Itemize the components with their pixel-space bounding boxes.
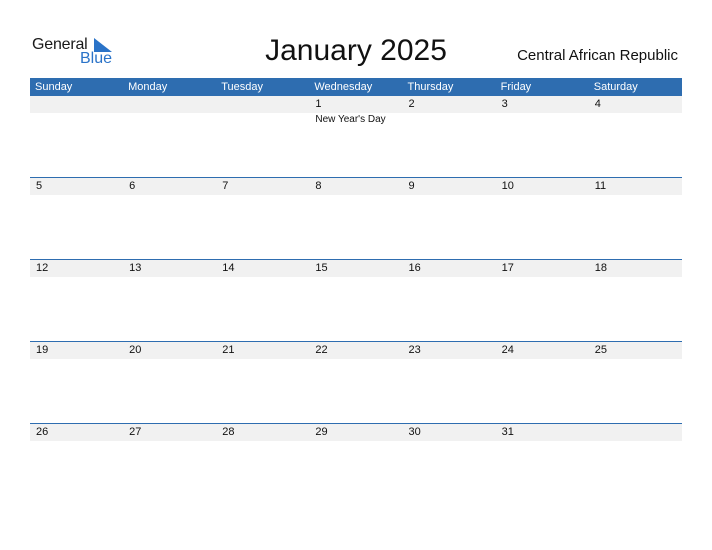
holiday-new-years-day: New Year's Day [315, 114, 386, 125]
day-cell: 16 [408, 262, 421, 274]
date-row: 1 2 3 4 [30, 96, 682, 113]
weekday-wednesday: Wednesday [314, 81, 373, 93]
event-cell [30, 113, 123, 127]
day-cell: 25 [594, 344, 607, 356]
date-row: 26 27 28 29 30 31 [30, 424, 682, 441]
event-row: New Year's Day [30, 113, 682, 127]
week-row: 5 6 7 8 9 10 11 [30, 177, 682, 259]
weekday-sunday: Sunday [35, 81, 73, 93]
day-cell: 30 [408, 426, 421, 438]
week-row: 12 13 14 15 16 17 18 [30, 259, 682, 341]
event-cell [496, 113, 589, 127]
day-cell [123, 96, 216, 113]
day-cell [216, 96, 309, 113]
day-cell: 9 [408, 180, 415, 192]
weekday-friday: Friday [500, 81, 532, 93]
event-cell [403, 113, 496, 127]
day-cell: 11 [594, 180, 607, 192]
day-cell: 15 [315, 262, 328, 274]
day-cell: 29 [315, 426, 328, 438]
day-cell: 14 [222, 262, 235, 274]
week-row: 26 27 28 29 30 31 [30, 423, 682, 505]
day-cell: 27 [129, 426, 142, 438]
day-cell: 31 [501, 426, 514, 438]
day-cell: 18 [594, 262, 607, 274]
day-cell: 28 [222, 426, 235, 438]
day-cell: 22 [315, 344, 328, 356]
day-cell: 2 [408, 98, 415, 110]
day-cell: 26 [36, 426, 49, 438]
day-cell: 21 [222, 344, 235, 356]
date-row: 5 6 7 8 9 10 11 [30, 178, 682, 195]
weekday-thursday: Thursday [407, 81, 454, 93]
day-cell: 13 [129, 262, 142, 274]
calendar-grid: Sunday Monday Tuesday Wednesday Thursday… [30, 78, 682, 505]
event-cell [123, 113, 216, 127]
day-cell: 4 [594, 98, 601, 110]
week-row: 19 20 21 22 23 24 25 [30, 341, 682, 423]
day-cell [30, 96, 123, 113]
event-cell [589, 113, 682, 127]
day-cell: 3 [501, 98, 508, 110]
event-cell [216, 113, 309, 127]
day-cell: 19 [36, 344, 49, 356]
day-cell: 1 [315, 98, 322, 110]
day-cell: 5 [36, 180, 43, 192]
day-cell: 6 [129, 180, 136, 192]
day-cell: 10 [501, 180, 514, 192]
day-cell [589, 424, 682, 441]
weekday-header: Sunday Monday Tuesday Wednesday Thursday… [30, 78, 682, 96]
day-cell: 24 [501, 344, 514, 356]
day-cell: 7 [222, 180, 229, 192]
week-row: 1 2 3 4 New Year's Day [30, 96, 682, 177]
weekday-monday: Monday [128, 81, 168, 93]
day-cell: 8 [315, 180, 322, 192]
date-row: 19 20 21 22 23 24 25 [30, 342, 682, 359]
day-cell: 23 [408, 344, 421, 356]
day-cell: 12 [36, 262, 49, 274]
date-row: 12 13 14 15 16 17 18 [30, 260, 682, 277]
day-cell: 17 [501, 262, 514, 274]
day-cell: 20 [129, 344, 142, 356]
weekday-saturday: Saturday [593, 81, 638, 93]
weekday-tuesday: Tuesday [221, 81, 264, 93]
country-name: Central African Republic [517, 47, 678, 64]
